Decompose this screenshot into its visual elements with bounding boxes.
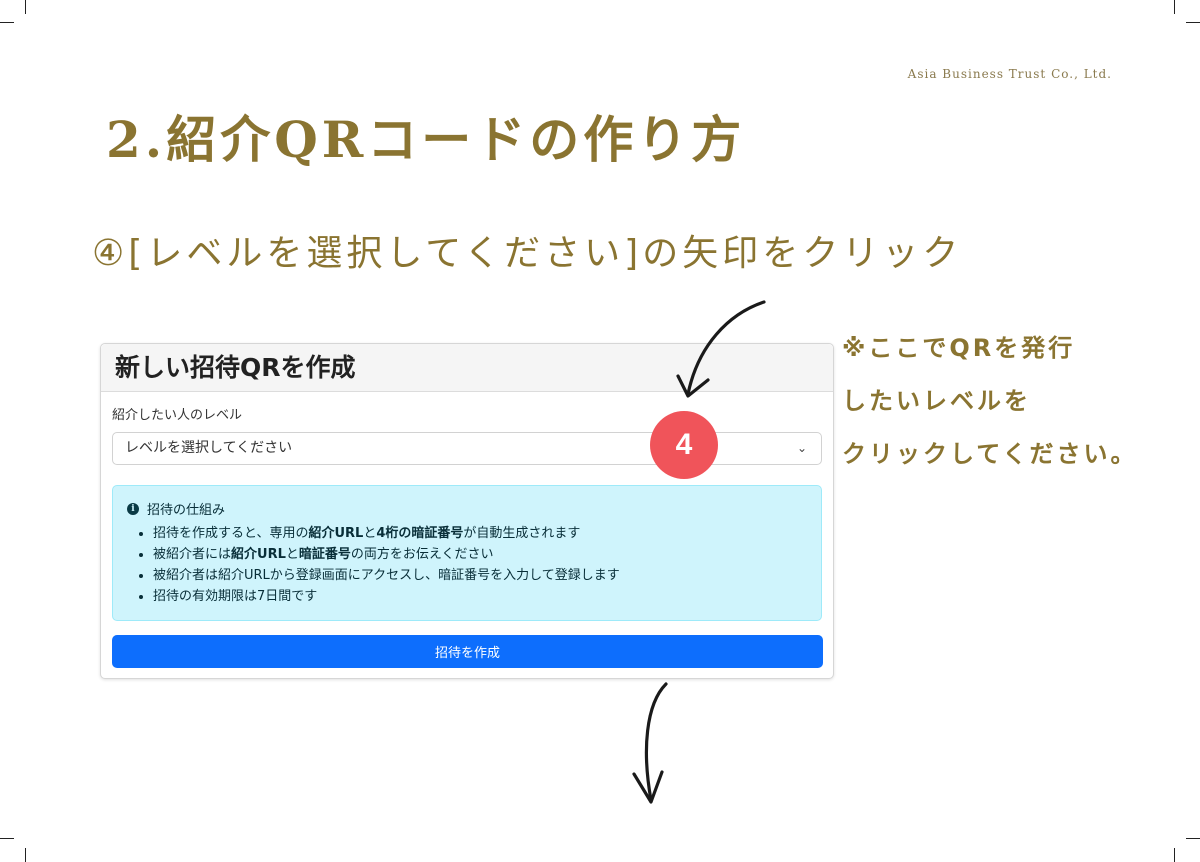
note-line: ※ここでQRを発行: [842, 334, 1076, 362]
page-title: 2.紹介QRコードの作り方: [106, 110, 746, 169]
note-line: クリックしてください。: [842, 440, 1138, 468]
info-list: 招待を作成すると、専用の紹介URLと4桁の暗証番号が自動生成されます 被紹介者に…: [127, 523, 807, 607]
hand-drawn-arrow-icon: [632, 682, 668, 804]
create-invite-button[interactable]: 招待を作成: [112, 635, 823, 668]
hand-drawn-arrow-icon: [676, 300, 766, 398]
note-line: したいレベルを: [842, 387, 1031, 415]
company-name: Asia Business Trust Co., Ltd.: [907, 67, 1112, 81]
step-instruction: ④[レベルを選択してください]の矢印をクリック: [92, 233, 963, 274]
step-badge: 4: [650, 411, 718, 479]
crop-mark: [0, 838, 14, 839]
card-body: 紹介したい人のレベル レベルを選択してください ⌄ i 招待の仕組み 招待を作成…: [101, 392, 833, 668]
list-item: 招待の有効期限は7日間です: [153, 586, 807, 607]
list-item: 被紹介者には紹介URLと暗証番号の両方をお伝えください: [153, 544, 807, 565]
note: ※ここでQRを発行 したいレベルを クリックしてください。: [842, 330, 1192, 489]
crop-mark: [1186, 22, 1200, 23]
crop-mark: [1174, 0, 1175, 14]
list-item: 被紹介者は紹介URLから登録画面にアクセスし、暗証番号を入力して登録します: [153, 565, 807, 586]
list-item: 招待を作成すると、専用の紹介URLと4桁の暗証番号が自動生成されます: [153, 523, 807, 544]
info-heading: i 招待の仕組み: [127, 499, 807, 518]
info-icon: i: [127, 502, 139, 515]
crop-mark: [0, 22, 14, 23]
chevron-down-icon[interactable]: ⌄: [797, 433, 807, 464]
info-alert: i 招待の仕組み 招待を作成すると、専用の紹介URLと4桁の暗証番号が自動生成さ…: [112, 485, 822, 621]
level-select-value: レベルを選択してください: [125, 440, 293, 456]
crop-mark: [1174, 848, 1175, 862]
crop-mark: [25, 848, 26, 862]
crop-mark: [25, 0, 26, 14]
info-heading-text: 招待の仕組み: [147, 503, 226, 518]
crop-mark: [1186, 838, 1200, 839]
